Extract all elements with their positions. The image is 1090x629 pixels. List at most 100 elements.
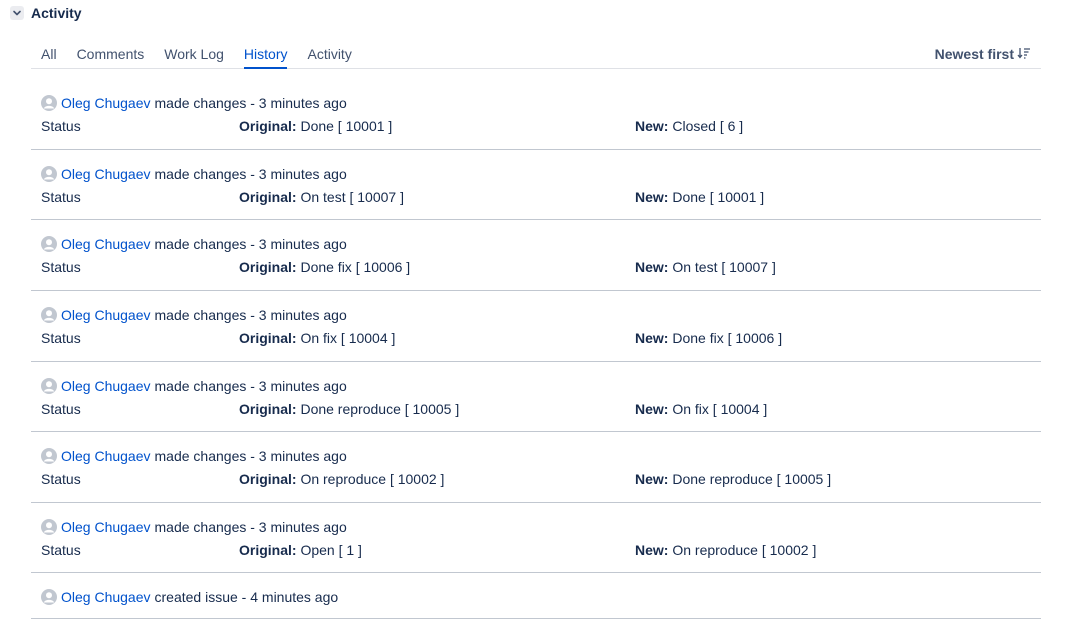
original-text: On fix [ 10004 ]	[300, 330, 396, 346]
tab-comments[interactable]: Comments	[77, 44, 145, 68]
chevron-down-icon	[10, 6, 24, 20]
new-value: New: Closed [ 6 ]	[635, 118, 743, 134]
history-entry: Oleg Chugaev made changes - 3 minutes ag…	[31, 165, 1041, 220]
entry-header: Oleg Chugaev made changes - 3 minutes ag…	[41, 235, 347, 253]
tab-all[interactable]: All	[41, 44, 57, 68]
user-link[interactable]: Oleg Chugaev	[61, 448, 151, 464]
original-text: Open [ 1 ]	[300, 542, 362, 558]
entry-header: Oleg Chugaev made changes - 3 minutes ag…	[41, 377, 347, 395]
sort-descending-icon	[1017, 46, 1031, 62]
activity-tabs-bar: All Comments Work Log History Activity N…	[31, 44, 1041, 69]
new-text: Done reproduce [ 10005 ]	[672, 471, 832, 487]
entry-action: made changes - 3 minutes ago	[154, 378, 347, 394]
original-text: Done [ 10001 ]	[300, 118, 393, 134]
new-text: Closed [ 6 ]	[672, 118, 744, 134]
original-label: Original:	[239, 542, 297, 558]
new-value: New: Done reproduce [ 10005 ]	[635, 471, 831, 487]
history-entry: Oleg Chugaev made changes - 3 minutes ag…	[31, 518, 1041, 573]
original-label: Original:	[239, 259, 297, 275]
avatar	[41, 448, 57, 464]
entry-action: made changes - 3 minutes ago	[154, 95, 347, 111]
new-value: New: On fix [ 10004 ]	[635, 401, 767, 417]
tab-list: All Comments Work Log History Activity	[41, 44, 372, 69]
original-label: Original:	[239, 330, 297, 346]
original-value: Original: Done [ 10001 ]	[239, 118, 392, 134]
new-value: New: On test [ 10007 ]	[635, 259, 776, 275]
user-link[interactable]: Oleg Chugaev	[61, 589, 151, 605]
new-label: New:	[635, 330, 669, 346]
entry-action: made changes - 3 minutes ago	[154, 519, 347, 535]
avatar	[41, 95, 57, 111]
history-entry: Oleg Chugaev made changes - 3 minutes ag…	[31, 94, 1041, 150]
created-entry: Oleg Chugaev created issue - 4 minutes a…	[31, 588, 1041, 619]
field-name: Status	[41, 401, 81, 417]
avatar	[41, 589, 57, 605]
entry-header: Oleg Chugaev made changes - 3 minutes ag…	[41, 165, 347, 183]
entry-action: created issue - 4 minutes ago	[154, 589, 339, 605]
field-name: Status	[41, 330, 81, 346]
new-text: On test [ 10007 ]	[672, 259, 776, 275]
sort-order-button[interactable]: Newest first	[935, 44, 1031, 64]
user-link[interactable]: Oleg Chugaev	[61, 95, 151, 111]
avatar	[41, 378, 57, 394]
activity-section-toggle[interactable]: Activity	[10, 5, 82, 21]
entry-action: made changes - 3 minutes ago	[154, 307, 347, 323]
new-value: New: On reproduce [ 10002 ]	[635, 542, 816, 558]
original-label: Original:	[239, 118, 297, 134]
change-row: Status Original: On reproduce [ 10002 ] …	[41, 471, 1041, 489]
tab-activity[interactable]: Activity	[307, 44, 351, 68]
user-link[interactable]: Oleg Chugaev	[61, 519, 151, 535]
entry-action: made changes - 3 minutes ago	[154, 236, 347, 252]
new-value: New: Done [ 10001 ]	[635, 189, 764, 205]
history-entry: Oleg Chugaev made changes - 3 minutes ag…	[31, 235, 1041, 291]
original-text: On reproduce [ 10002 ]	[300, 471, 445, 487]
tab-work-log[interactable]: Work Log	[164, 44, 224, 68]
new-label: New:	[635, 189, 669, 205]
field-name: Status	[41, 259, 81, 275]
change-row: Status Original: On test [ 10007 ] New: …	[41, 189, 1041, 207]
user-link[interactable]: Oleg Chugaev	[61, 166, 151, 182]
original-label: Original:	[239, 471, 297, 487]
user-link[interactable]: Oleg Chugaev	[61, 378, 151, 394]
new-label: New:	[635, 542, 669, 558]
new-text: Done fix [ 10006 ]	[672, 330, 783, 346]
original-text: Done fix [ 10006 ]	[300, 259, 411, 275]
avatar	[41, 236, 57, 252]
new-label: New:	[635, 259, 669, 275]
original-text: On test [ 10007 ]	[300, 189, 404, 205]
change-row: Status Original: Open [ 1 ] New: On repr…	[41, 542, 1041, 560]
original-value: Original: On test [ 10007 ]	[239, 189, 404, 205]
tab-history[interactable]: History	[243, 44, 287, 69]
entry-header: Oleg Chugaev made changes - 3 minutes ag…	[41, 306, 347, 324]
avatar	[41, 166, 57, 182]
original-value: Original: On fix [ 10004 ]	[239, 330, 395, 346]
history-entry: Oleg Chugaev made changes - 3 minutes ag…	[31, 377, 1041, 432]
new-text: On reproduce [ 10002 ]	[672, 542, 817, 558]
user-link[interactable]: Oleg Chugaev	[61, 307, 151, 323]
history-entry: Oleg Chugaev made changes - 3 minutes ag…	[31, 447, 1041, 503]
sort-label: Newest first	[934, 46, 1014, 62]
original-value: Original: Done fix [ 10006 ]	[239, 259, 410, 275]
original-label: Original:	[239, 189, 297, 205]
user-link[interactable]: Oleg Chugaev	[61, 236, 151, 252]
avatar	[41, 519, 57, 535]
change-row: Status Original: On fix [ 10004 ] New: D…	[41, 330, 1041, 348]
new-text: Done [ 10001 ]	[672, 189, 765, 205]
entry-header: Oleg Chugaev made changes - 3 minutes ag…	[41, 94, 347, 112]
entry-header: Oleg Chugaev made changes - 3 minutes ag…	[41, 447, 347, 465]
new-label: New:	[635, 401, 669, 417]
change-row: Status Original: Done reproduce [ 10005 …	[41, 401, 1041, 419]
original-label: Original:	[239, 401, 297, 417]
entry-header: Oleg Chugaev made changes - 3 minutes ag…	[41, 518, 347, 536]
entry-action: made changes - 3 minutes ago	[154, 448, 347, 464]
original-value: Original: Open [ 1 ]	[239, 542, 362, 558]
original-value: Original: Done reproduce [ 10005 ]	[239, 401, 459, 417]
field-name: Status	[41, 118, 81, 134]
original-value: Original: On reproduce [ 10002 ]	[239, 471, 444, 487]
new-label: New:	[635, 471, 669, 487]
history-entry: Oleg Chugaev made changes - 3 minutes ag…	[31, 306, 1041, 362]
field-name: Status	[41, 471, 81, 487]
field-name: Status	[41, 189, 81, 205]
new-text: On fix [ 10004 ]	[672, 401, 768, 417]
section-title: Activity	[31, 5, 82, 21]
